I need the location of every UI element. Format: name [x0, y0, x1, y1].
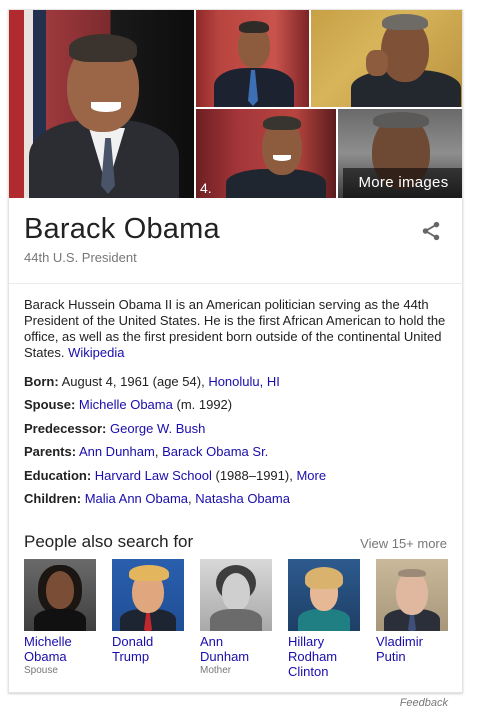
description: Barack Hussein Obama II is an American p… [24, 297, 449, 361]
hair-shape [305, 567, 343, 589]
spouse-link[interactable]: Michelle Obama [79, 397, 173, 412]
predecessor-link[interactable]: George W. Bush [110, 421, 205, 436]
separator: , [188, 490, 192, 506]
fact-label: Parents: [24, 444, 77, 460]
fact-education: Education: Harvard Law School (1988–1991… [24, 468, 454, 491]
jacket-shape [298, 609, 350, 631]
image-tile-2[interactable] [196, 10, 309, 107]
separator: , [154, 444, 159, 460]
person-card-hillary-clinton[interactable]: Hillary Rodham Clinton [288, 559, 362, 679]
share-icon [422, 221, 440, 241]
image-collage: 4. More images [9, 10, 462, 198]
person-thumbnail[interactable] [376, 559, 448, 631]
child-link-2[interactable]: Natasha Obama [195, 491, 290, 506]
person-thumbnail[interactable] [24, 559, 96, 631]
fact-predecessor: Predecessor: George W. Bush [24, 421, 454, 444]
hair-shape [382, 14, 428, 30]
head-shape [222, 573, 250, 611]
fact-children: Children: Malia Ann Obama, Natasha Obama [24, 491, 454, 514]
child-link-1[interactable]: Malia Ann Obama [85, 491, 188, 506]
fact-label: Education: [24, 467, 92, 483]
person-card-donald-trump[interactable]: Donald Trump [112, 559, 186, 664]
education-more-link[interactable]: More [296, 468, 326, 483]
fact-spouse: Spouse: Michelle Obama (m. 1992) [24, 397, 454, 420]
smile-shape [91, 102, 121, 112]
person-thumbnail[interactable] [200, 559, 272, 631]
person-thumbnail[interactable] [112, 559, 184, 631]
person-name[interactable]: Vladimir Putin [376, 634, 450, 664]
page-title: Barack Obama [24, 213, 220, 245]
person-thumbnail[interactable] [288, 559, 360, 631]
view-more-link[interactable]: View 15+ more [360, 536, 447, 551]
image-tile-4[interactable]: 4. [196, 109, 336, 198]
hair-shape [69, 34, 137, 62]
hair-shape [129, 565, 169, 581]
people-also-search-row: Michelle Obama Spouse Donald Trump Ann D… [24, 559, 454, 689]
more-images-button[interactable]: More images [343, 168, 462, 198]
people-also-search-title: People also search for [24, 532, 194, 551]
person-role: Mother [200, 665, 232, 676]
image-main[interactable] [9, 10, 194, 198]
parent-link-1[interactable]: Ann Dunham [79, 444, 155, 459]
hair-shape [239, 21, 269, 33]
head-shape [46, 571, 74, 609]
image-tile-3[interactable] [311, 10, 462, 107]
education-link[interactable]: Harvard Law School [95, 468, 212, 483]
fact-value: (m. 1992) [176, 397, 233, 413]
fact-label: Predecessor: [24, 420, 107, 436]
fact-label: Spouse: [24, 397, 76, 413]
fact-label: Children: [24, 490, 82, 506]
knowledge-panel: 4. More images Barack Obama 44th U.S. Pr… [8, 9, 463, 693]
fact-label: Born: [24, 374, 59, 389]
fact-value: (1988–1991), [215, 467, 293, 483]
dress-shape [210, 609, 262, 631]
person-role: Spouse [24, 665, 58, 676]
feedback-link[interactable]: Feedback [400, 697, 448, 709]
hand-shape [366, 50, 388, 76]
hair-shape [263, 116, 301, 130]
person-name[interactable]: Hillary Rodham Clinton [288, 634, 362, 679]
share-button[interactable] [420, 220, 442, 242]
facts-list: Born: August 4, 1961 (age 54), Honolulu,… [24, 374, 454, 514]
person-card-michelle-obama[interactable]: Michelle Obama Spouse [24, 559, 98, 677]
person-card-ann-dunham[interactable]: Ann Dunham Mother [200, 559, 274, 677]
hair-shape [398, 569, 426, 577]
entity-subtitle: 44th U.S. President [24, 250, 137, 265]
fact-value: August 4, 1961 (age 54), [61, 374, 205, 389]
parent-link-2[interactable]: Barack Obama Sr. [162, 444, 268, 459]
person-name[interactable]: Ann Dunham [200, 634, 274, 664]
person-name[interactable]: Michelle Obama [24, 634, 98, 664]
tile-number: 4. [200, 180, 212, 196]
image-tile-5[interactable]: More images [338, 109, 462, 198]
hair-shape [373, 112, 429, 128]
entity-header: Barack Obama 44th U.S. President [9, 198, 462, 284]
person-card-vladimir-putin[interactable]: Vladimir Putin [376, 559, 450, 664]
head-shape [396, 571, 428, 615]
fact-born: Born: August 4, 1961 (age 54), Honolulu,… [24, 374, 454, 397]
wikipedia-link[interactable]: Wikipedia [68, 345, 124, 360]
birthplace-link[interactable]: Honolulu, HI [208, 374, 280, 389]
fact-parents: Parents: Ann Dunham, Barack Obama Sr. [24, 444, 454, 467]
person-name[interactable]: Donald Trump [112, 634, 186, 664]
smile-shape [273, 155, 291, 161]
dress-shape [34, 609, 86, 631]
